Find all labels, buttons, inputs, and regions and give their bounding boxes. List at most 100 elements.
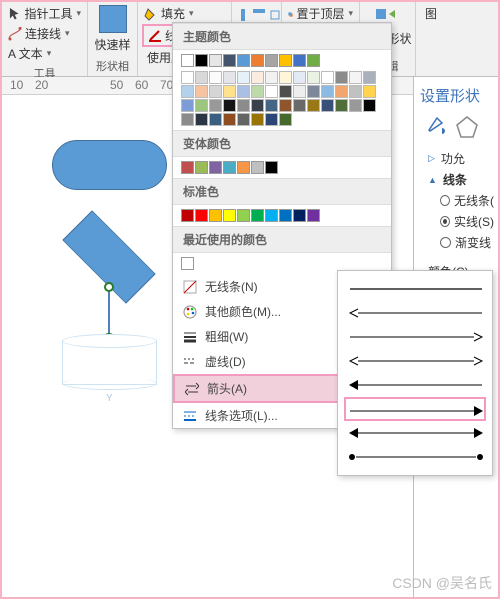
color-swatch[interactable]: [279, 113, 292, 126]
color-swatch[interactable]: [181, 161, 194, 174]
variant-colors[interactable]: [173, 157, 391, 178]
color-swatch[interactable]: [279, 71, 292, 84]
color-swatch[interactable]: [223, 113, 236, 126]
arrow-style-4[interactable]: [346, 349, 484, 373]
color-swatch[interactable]: [321, 99, 334, 112]
color-swatch[interactable]: [265, 161, 278, 174]
color-swatch[interactable]: [223, 54, 236, 67]
color-swatch[interactable]: [237, 71, 250, 84]
color-swatch[interactable]: [349, 99, 362, 112]
color-swatch[interactable]: [279, 54, 292, 67]
section-fill[interactable]: ▷功允: [418, 148, 494, 169]
arrow-style-1[interactable]: [346, 277, 484, 301]
shape-database[interactable]: [62, 340, 157, 385]
standard-colors[interactable]: [173, 205, 391, 226]
color-swatch[interactable]: [209, 71, 222, 84]
picture-button[interactable]: 图: [420, 4, 436, 23]
color-swatch[interactable]: [251, 161, 264, 174]
color-swatch[interactable]: [223, 209, 236, 222]
color-swatch[interactable]: [195, 113, 208, 126]
color-swatch[interactable]: [237, 113, 250, 126]
color-swatch[interactable]: [335, 85, 348, 98]
radio-no-line[interactable]: 无线条(: [418, 190, 494, 211]
pane-category-icons[interactable]: [424, 114, 494, 140]
color-swatch[interactable]: [209, 161, 222, 174]
section-line[interactable]: ▲线条: [418, 169, 494, 190]
color-swatch[interactable]: [265, 54, 278, 67]
color-swatch[interactable]: [251, 209, 264, 222]
color-swatch[interactable]: [237, 209, 250, 222]
color-swatch[interactable]: [307, 71, 320, 84]
color-swatch[interactable]: [251, 113, 264, 126]
color-swatch[interactable]: [237, 54, 250, 67]
color-swatch[interactable]: [265, 85, 278, 98]
color-swatch[interactable]: [307, 99, 320, 112]
color-swatch[interactable]: [181, 99, 194, 112]
color-swatch[interactable]: [363, 85, 376, 98]
color-swatch[interactable]: [279, 85, 292, 98]
quick-style[interactable]: 快速样: [92, 4, 133, 54]
shape-decision[interactable]: [64, 227, 154, 287]
color-swatch[interactable]: [265, 113, 278, 126]
radio-solid-line[interactable]: 实线(S): [418, 211, 494, 232]
color-swatch[interactable]: [181, 54, 194, 67]
color-swatch[interactable]: [195, 54, 208, 67]
effects-icon[interactable]: [454, 114, 480, 140]
bring-front[interactable]: 置于顶层▾: [286, 4, 355, 23]
color-swatch[interactable]: [335, 99, 348, 112]
color-swatch[interactable]: [181, 257, 194, 270]
color-swatch[interactable]: [195, 85, 208, 98]
color-swatch[interactable]: [349, 85, 362, 98]
arrow-style-6-selected[interactable]: [344, 397, 486, 421]
color-swatch[interactable]: [321, 85, 334, 98]
fill-button[interactable]: 填充▾: [142, 4, 227, 23]
color-swatch[interactable]: [181, 113, 194, 126]
radio-gradient-line[interactable]: 渐变线: [418, 232, 494, 253]
color-swatch[interactable]: [181, 71, 194, 84]
color-swatch[interactable]: [209, 209, 222, 222]
color-swatch[interactable]: [223, 161, 236, 174]
color-swatch[interactable]: [195, 99, 208, 112]
theme-color-row[interactable]: [173, 50, 391, 71]
color-swatch[interactable]: [363, 71, 376, 84]
color-swatch[interactable]: [209, 113, 222, 126]
theme-tints[interactable]: [173, 71, 391, 130]
arrow-style-8[interactable]: [346, 445, 484, 469]
color-swatch[interactable]: [251, 99, 264, 112]
color-swatch[interactable]: [293, 71, 306, 84]
arrow-style-2[interactable]: [346, 301, 484, 325]
color-swatch[interactable]: [223, 99, 236, 112]
endpoint-top[interactable]: [104, 282, 114, 292]
color-swatch[interactable]: [265, 71, 278, 84]
color-swatch[interactable]: [321, 71, 334, 84]
text-tool[interactable]: A 文本▾: [6, 44, 83, 63]
color-swatch[interactable]: [181, 209, 194, 222]
fill-line-icon[interactable]: [424, 114, 450, 140]
color-swatch[interactable]: [293, 209, 306, 222]
shape-terminator[interactable]: [52, 140, 167, 190]
color-swatch[interactable]: [237, 99, 250, 112]
color-swatch[interactable]: [251, 54, 264, 67]
color-swatch[interactable]: [195, 209, 208, 222]
color-swatch[interactable]: [279, 209, 292, 222]
color-swatch[interactable]: [293, 85, 306, 98]
color-swatch[interactable]: [195, 161, 208, 174]
color-swatch[interactable]: [181, 85, 194, 98]
color-swatch[interactable]: [307, 209, 320, 222]
color-swatch[interactable]: [251, 71, 264, 84]
connector-tool[interactable]: 连接线▾: [6, 24, 83, 43]
color-swatch[interactable]: [209, 54, 222, 67]
color-swatch[interactable]: [307, 54, 320, 67]
color-swatch[interactable]: [223, 71, 236, 84]
arrow-style-7[interactable]: [346, 421, 484, 445]
color-swatch[interactable]: [307, 85, 320, 98]
color-swatch[interactable]: [363, 99, 376, 112]
color-swatch[interactable]: [251, 85, 264, 98]
color-swatch[interactable]: [279, 99, 292, 112]
color-swatch[interactable]: [293, 54, 306, 67]
color-swatch[interactable]: [209, 85, 222, 98]
color-swatch[interactable]: [265, 209, 278, 222]
color-swatch[interactable]: [349, 71, 362, 84]
arrow-style-3[interactable]: [346, 325, 484, 349]
color-swatch[interactable]: [195, 71, 208, 84]
